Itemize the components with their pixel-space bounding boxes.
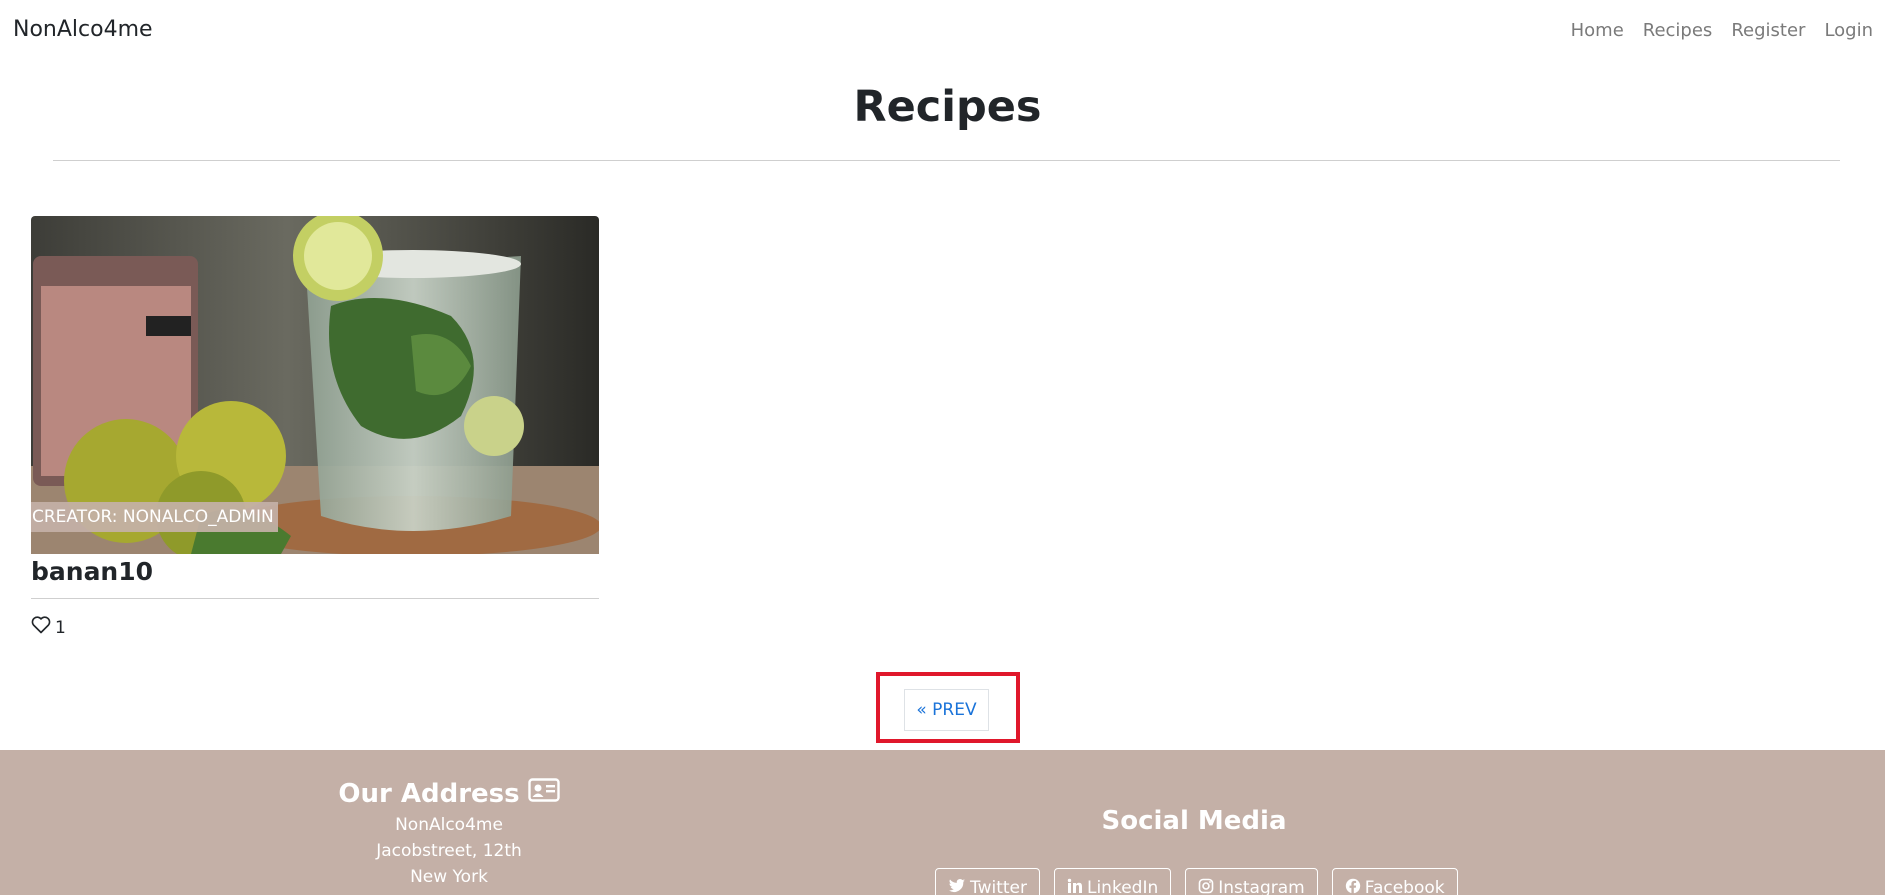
facebook-label: Facebook	[1364, 878, 1445, 895]
address-line-city: New York	[410, 867, 488, 887]
recipe-card[interactable]: CREATOR: NONALCO_ADMIN banan10 1	[31, 216, 599, 639]
page-title: Recipes	[853, 82, 1042, 132]
twitter-label: Twitter	[970, 878, 1027, 895]
linkedin-icon	[1067, 878, 1083, 895]
recipe-title[interactable]: banan10	[31, 557, 599, 586]
linkedin-label: LinkedIn	[1086, 878, 1159, 895]
address-line-name: NonAlco4me	[395, 815, 503, 835]
navbar: NonAlco4me Home Recipes Register Login	[0, 0, 1885, 62]
nav-recipes-link[interactable]: Recipes	[1643, 20, 1713, 41]
recipe-image[interactable]: CREATOR: NONALCO_ADMIN	[31, 216, 599, 554]
address-section: Our Address NonAlco4me Jacobstreet, 12th…	[299, 778, 599, 887]
facebook-button[interactable]: Facebook	[1331, 868, 1458, 895]
prev-page-button[interactable]: « PREV	[904, 689, 989, 731]
social-section: Social Media	[894, 806, 1494, 836]
likes-row: 1	[31, 616, 599, 639]
instagram-button[interactable]: Instagram	[1185, 868, 1318, 895]
card-divider	[31, 598, 599, 599]
nav-login-link[interactable]: Login	[1824, 20, 1873, 41]
twitter-button[interactable]: Twitter	[935, 868, 1040, 895]
address-heading: Our Address	[299, 778, 599, 809]
heart-icon[interactable]	[31, 616, 51, 639]
facebook-icon	[1345, 878, 1361, 895]
likes-count: 1	[55, 617, 66, 638]
twitter-icon	[948, 878, 966, 895]
address-line-street: Jacobstreet, 12th	[376, 841, 522, 861]
nav-register-link[interactable]: Register	[1731, 20, 1805, 41]
address-card-icon	[527, 778, 560, 809]
footer: Our Address NonAlco4me Jacobstreet, 12th…	[0, 750, 1885, 895]
linkedin-button[interactable]: LinkedIn	[1053, 868, 1172, 895]
nav-home-link[interactable]: Home	[1571, 20, 1624, 41]
social-heading: Social Media	[1101, 806, 1287, 836]
social-buttons: Twitter LinkedIn Instagram Facebook	[935, 868, 1458, 895]
instagram-icon	[1198, 878, 1214, 895]
creator-badge: CREATOR: NONALCO_ADMIN	[31, 502, 278, 532]
nav-links: Home Recipes Register Login	[1571, 20, 1873, 41]
title-divider	[53, 160, 1840, 161]
brand-link[interactable]: NonAlco4me	[13, 17, 153, 42]
address-heading-text: Our Address	[338, 778, 520, 809]
instagram-label: Instagram	[1218, 878, 1305, 895]
